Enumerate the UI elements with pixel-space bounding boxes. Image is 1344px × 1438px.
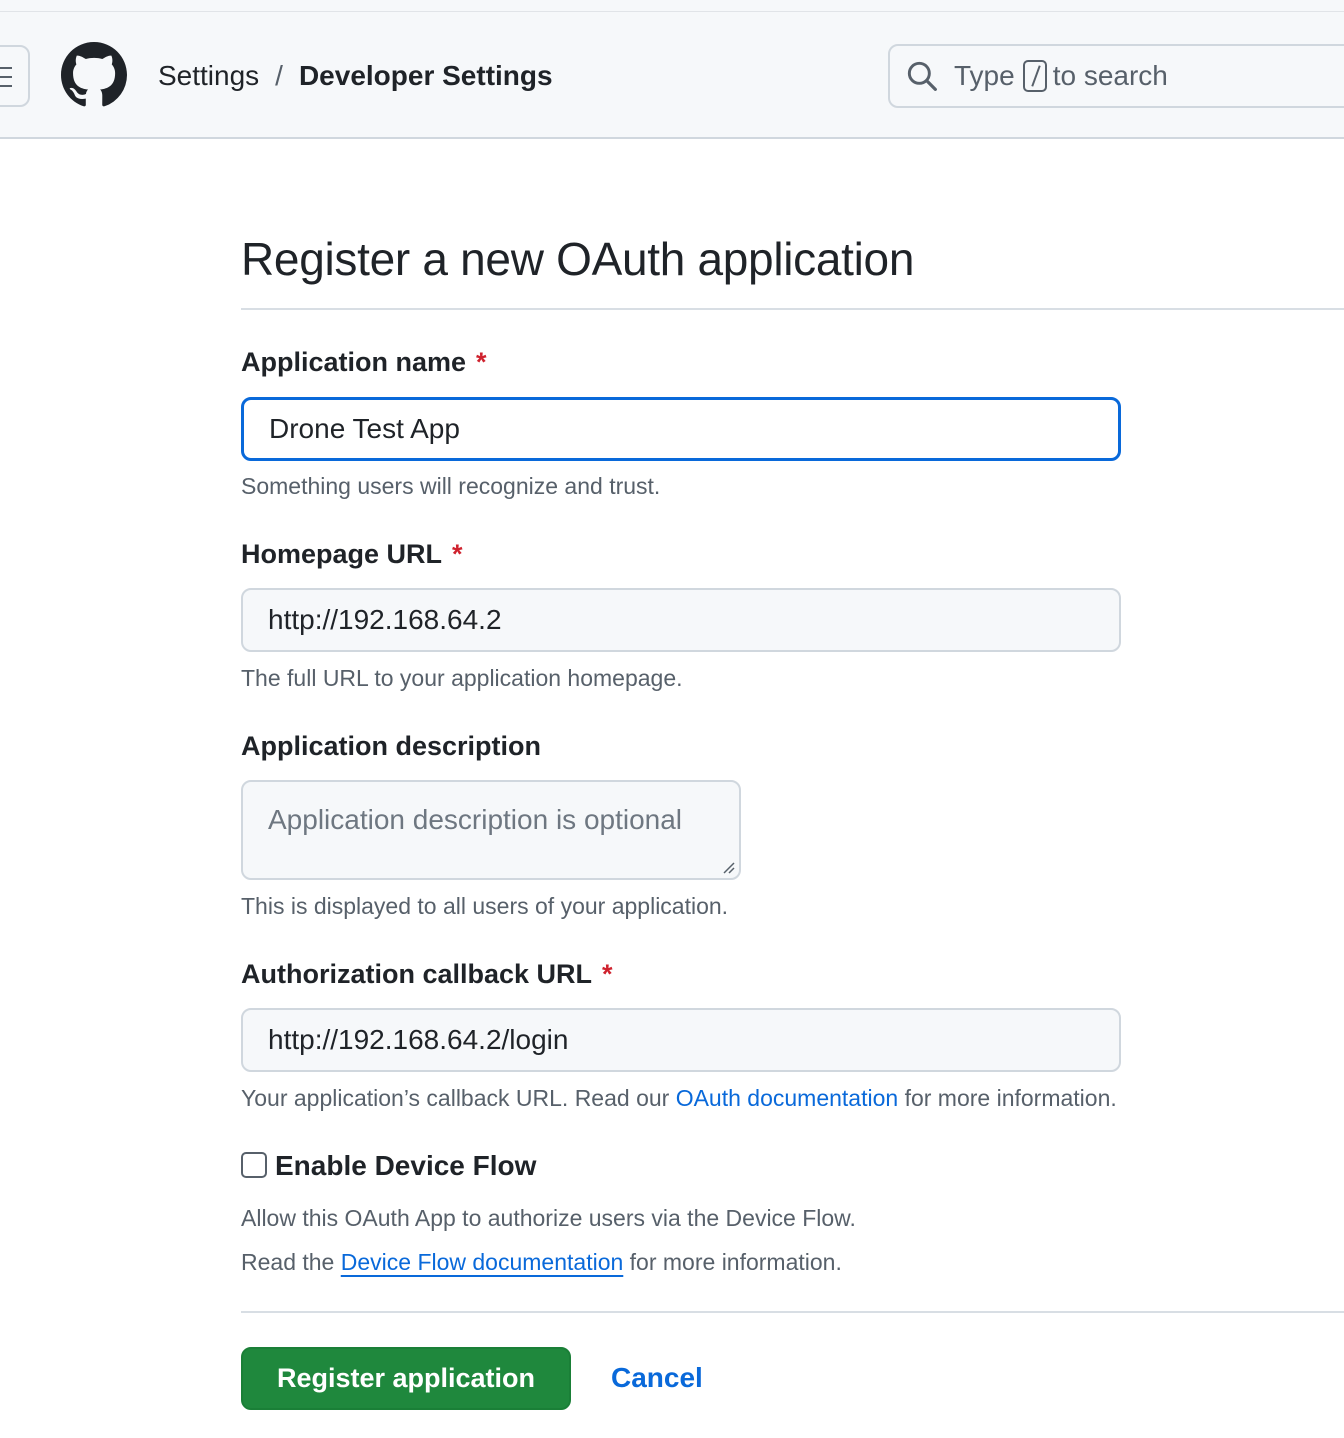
breadcrumb: Settings / Developer Settings [158, 58, 553, 94]
device-flow-documentation-link[interactable]: Device Flow documentation [341, 1249, 624, 1275]
menu-button[interactable] [0, 45, 30, 107]
required-mark: * [476, 347, 487, 377]
callback-url-hint: Your application’s callback URL. Read ou… [241, 1085, 1117, 1112]
homepage-url-input[interactable]: http://192.168.64.2 [241, 588, 1121, 652]
callback-url-value: http://192.168.64.2/login [268, 1024, 569, 1055]
callback-url-label: Authorization callback URL * [241, 959, 613, 990]
menu-icon [0, 67, 12, 89]
app-name-value: Drone Test App [269, 413, 460, 444]
homepage-url-label-text: Homepage URL [241, 539, 443, 569]
oauth-documentation-link[interactable]: OAuth documentation [676, 1085, 898, 1111]
search-icon [907, 61, 937, 91]
homepage-url-value: http://192.168.64.2 [268, 604, 502, 635]
app-name-input[interactable]: Drone Test App [241, 397, 1121, 461]
app-name-label: Application name * [241, 347, 487, 378]
device-flow-doc-hint: Read the Device Flow documentation for m… [241, 1249, 842, 1276]
breadcrumb-settings-link[interactable]: Settings [158, 60, 259, 92]
footer-divider [241, 1311, 1344, 1313]
description-label: Application description [241, 731, 542, 761]
homepage-url-label: Homepage URL * [241, 539, 463, 570]
description-textarea[interactable]: Application description is optional [241, 780, 741, 880]
enable-device-flow-label[interactable]: Enable Device Flow [275, 1150, 536, 1182]
homepage-url-hint: The full URL to your application homepag… [241, 665, 683, 691]
github-logo-icon[interactable] [61, 42, 127, 108]
description-placeholder: Application description is optional [268, 804, 683, 835]
description-hint: This is displayed to all users of your a… [241, 893, 729, 919]
register-application-button[interactable]: Register application [241, 1347, 571, 1410]
search-placeholder-suffix: to search [1052, 60, 1168, 91]
device-flow-description: Allow this OAuth App to authorize users … [241, 1205, 856, 1231]
search-placeholder: Type to search [954, 60, 1168, 92]
top-header: Settings / Developer Settings Type to se… [0, 12, 1344, 139]
browser-top-strip [0, 0, 1344, 12]
required-mark: * [452, 539, 463, 569]
search-input[interactable]: Type to search [888, 44, 1344, 108]
device-flow-doc-after: for more information. [629, 1249, 842, 1275]
title-divider [241, 308, 1344, 310]
page-title: Register a new OAuth application [241, 233, 915, 285]
app-name-hint: Something users will recognize and trust… [241, 473, 661, 499]
cancel-link[interactable]: Cancel [611, 1362, 703, 1394]
slash-key-icon [1022, 60, 1047, 92]
search-placeholder-prefix: Type [954, 60, 1015, 91]
required-mark: * [602, 959, 613, 989]
enable-device-flow-checkbox[interactable] [241, 1152, 267, 1178]
callback-url-hint-after: for more information. [904, 1085, 1117, 1111]
breadcrumb-separator: / [275, 60, 283, 91]
device-flow-doc-before: Read the [241, 1249, 335, 1275]
callback-url-label-text: Authorization callback URL [241, 959, 593, 989]
callback-url-hint-before: Your application’s callback URL. Read ou… [241, 1085, 670, 1111]
resize-grip-icon[interactable] [722, 861, 736, 875]
app-name-label-text: Application name [241, 347, 467, 377]
breadcrumb-developer-settings-link[interactable]: Developer Settings [299, 60, 553, 92]
callback-url-input[interactable]: http://192.168.64.2/login [241, 1008, 1121, 1072]
